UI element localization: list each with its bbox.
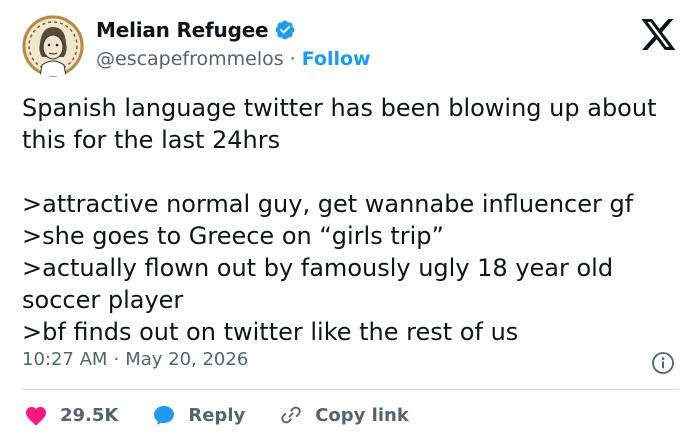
info-icon[interactable] xyxy=(651,351,675,375)
separator-dot: · xyxy=(113,349,120,370)
x-logo-icon[interactable] xyxy=(641,19,677,53)
verified-badge-icon xyxy=(274,19,296,41)
author-name-row: Melian Refugee xyxy=(96,18,296,42)
avatar-image xyxy=(22,15,84,77)
like-button[interactable]: 29.5K xyxy=(24,404,118,426)
copy-link-label: Copy link xyxy=(315,404,409,426)
speech-bubble-icon xyxy=(154,406,175,425)
tweet-text: Spanish language twitter has been blowin… xyxy=(22,94,657,346)
copy-link-button[interactable]: Copy link xyxy=(279,403,409,427)
separator-dot: · xyxy=(289,48,296,70)
tweet-timestamp[interactable]: 10:27 AM · May 20, 2026 xyxy=(22,349,248,370)
divider xyxy=(22,389,678,390)
author-display-name[interactable]: Melian Refugee xyxy=(96,18,269,42)
avatar[interactable] xyxy=(22,15,84,77)
like-count: 29.5K xyxy=(60,404,119,426)
follow-button[interactable]: Follow xyxy=(302,48,371,70)
reply-label: Reply xyxy=(188,404,246,426)
author-handle[interactable]: @escapefrommelos xyxy=(96,48,284,70)
author-handle-row: @escapefrommelos · Follow xyxy=(96,48,371,70)
link-icon xyxy=(281,406,301,424)
reply-button[interactable]: Reply xyxy=(152,404,245,426)
heart-icon xyxy=(26,407,46,426)
tweet-time: 10:27 AM xyxy=(22,349,108,370)
action-bar: 29.5K Reply Copy link xyxy=(24,400,443,430)
tweet-date: May 20, 2026 xyxy=(125,349,249,370)
tweet-embed-card: Melian Refugee @escapefrommelos · Follow… xyxy=(0,0,700,443)
